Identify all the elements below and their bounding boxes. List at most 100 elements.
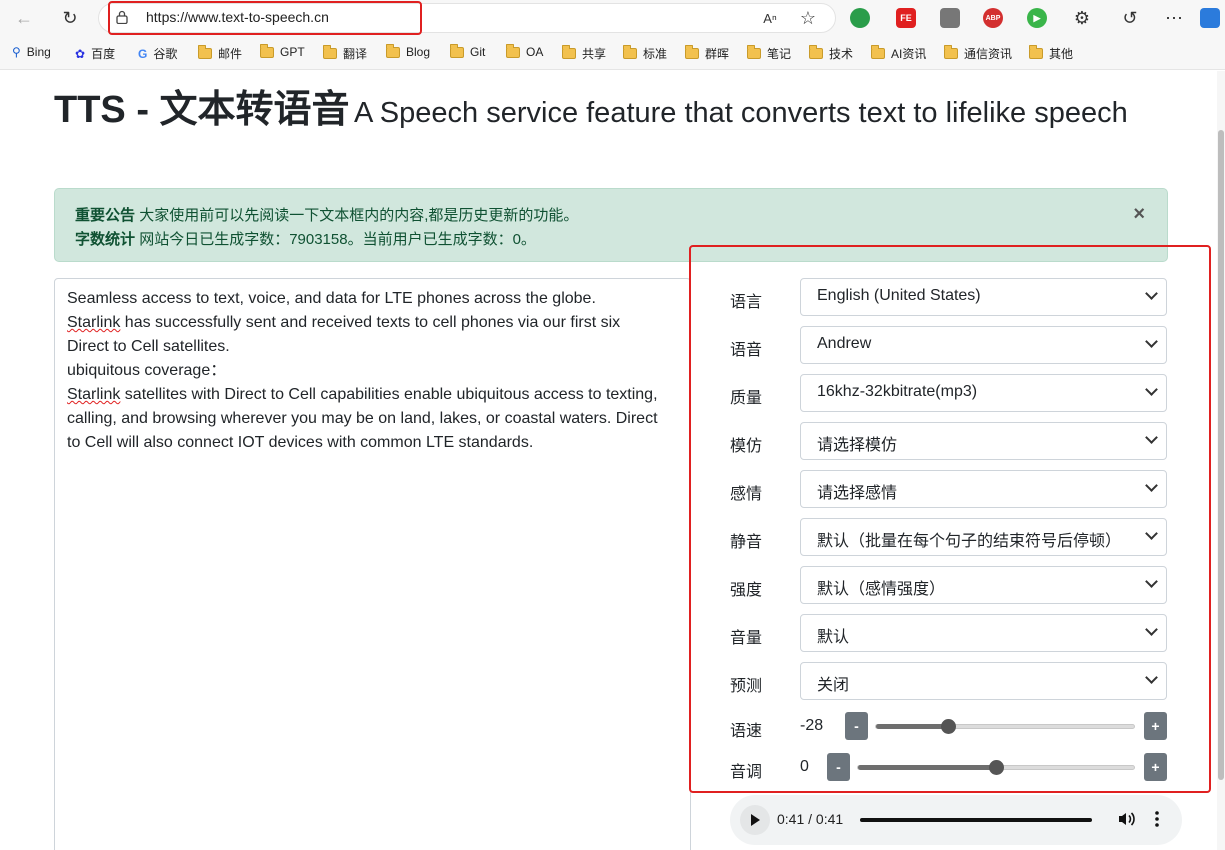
reload-icon[interactable]: ↻ [58, 6, 82, 30]
audio-time: 0:41 / 0:41 [777, 811, 844, 827]
more-menu-icon[interactable]: ⋯ [1162, 6, 1186, 30]
google-icon: G [138, 46, 148, 61]
bookmark-translate[interactable]: 翻译 [323, 45, 367, 62]
intensity-select[interactable]: 默认（感情强度） [800, 566, 1167, 604]
bookmark-other[interactable]: 其他 [1029, 45, 1073, 62]
browser-toolbar: ← ↻ https://www.text-to-speech.cn Aⁿ ☆ F… [0, 0, 1225, 36]
bookmark-oa[interactable]: OA [506, 43, 543, 59]
bookmark-standard[interactable]: 标准 [623, 45, 667, 62]
pitch-slider-fill [858, 765, 997, 770]
text-input-area[interactable]: Seamless access to text, voice, and data… [54, 278, 691, 850]
intensity-row: 强度 默认（感情强度） [730, 566, 1167, 604]
preview-select[interactable]: 关闭 [800, 662, 1167, 700]
history-icon[interactable]: ↺ [1118, 6, 1142, 30]
bookmarks-bar: ⚲ Bing ✿ 百度 G 谷歌 邮件 GPT 翻译 Blog Git OA 共享 标… [0, 36, 1225, 70]
emotion-select[interactable]: 请选择感情 [800, 470, 1167, 508]
rate-value: -28 [800, 717, 824, 734]
adblock-extension-icon[interactable]: ABP [983, 8, 1003, 28]
copilot-icon[interactable] [1200, 8, 1220, 28]
folder-icon [260, 43, 274, 58]
favorite-star-icon[interactable]: ☆ [796, 6, 820, 30]
style-select[interactable]: 请选择模仿 [800, 422, 1167, 460]
bookmark-mail[interactable]: 邮件 [198, 45, 242, 62]
pitch-decrease-button[interactable]: - [827, 753, 850, 781]
folder-icon [562, 45, 576, 59]
bookmark-ai-news[interactable]: AI资讯 [871, 45, 926, 62]
rate-increase-button[interactable]: + [1144, 712, 1167, 740]
volume-icon[interactable] [1116, 809, 1136, 829]
bookmark-synology[interactable]: 群晖 [685, 45, 729, 62]
page-heading: TTS - 文本转语音 A Speech service feature tha… [54, 86, 1164, 142]
bookmark-share[interactable]: 共享 [562, 45, 606, 62]
folder-icon [809, 45, 823, 59]
rate-slider-thumb[interactable] [941, 719, 956, 734]
alert-line-notice: 重要公告 大家使用前可以先阅读一下文本框内的内容,都是历史更新的功能。 [75, 207, 579, 224]
fe-extension-icon[interactable]: FE [896, 8, 916, 28]
bookmark-blog[interactable]: Blog [386, 43, 430, 59]
bookmark-google[interactable]: G 谷歌 [138, 45, 177, 62]
pitch-value: 0 [800, 758, 809, 775]
chevron-down-icon [1145, 575, 1158, 588]
folder-icon [871, 45, 885, 59]
folder-icon [323, 45, 337, 59]
qrcode-extension-icon[interactable] [940, 8, 960, 28]
folder-icon [747, 45, 761, 59]
chevron-down-icon [1145, 335, 1158, 348]
extensions-puzzle-icon[interactable]: ⚙ [1070, 6, 1094, 30]
silence-select[interactable]: 默认（批量在每个句子的结束符号后停顿） [800, 518, 1167, 556]
bookmark-bing[interactable]: ⚲ Bing [12, 45, 51, 59]
search-icon: ⚲ [12, 45, 21, 59]
play-icon [751, 814, 760, 826]
more-options-icon[interactable] [1154, 809, 1160, 829]
style-row: 模仿 请选择模仿 [730, 422, 1167, 460]
alert-close-button[interactable]: × [1133, 203, 1145, 226]
silence-row: 静音 默认（批量在每个句子的结束符号后停顿） [730, 518, 1167, 556]
chevron-down-icon [1145, 623, 1158, 636]
play-button[interactable] [740, 805, 770, 835]
folder-icon [685, 45, 699, 59]
bookmark-tech[interactable]: 技术 [809, 45, 853, 62]
volume-select[interactable]: 默认 [800, 614, 1167, 652]
pitch-row: 音调 0 - + [730, 753, 1167, 783]
voice-row: 语音 Andrew [730, 326, 1167, 364]
scrollbar-thumb[interactable] [1218, 130, 1224, 780]
back-icon[interactable]: ← [12, 6, 36, 30]
bookmark-notes[interactable]: 笔记 [747, 45, 791, 62]
bookmark-git[interactable]: Git [450, 43, 485, 59]
folder-icon [198, 45, 212, 59]
baidu-icon: ✿ [75, 46, 86, 61]
pitch-increase-button[interactable]: + [1144, 753, 1167, 781]
quality-row: 质量 16khz-32kbitrate(mp3) [730, 374, 1167, 412]
chevron-down-icon [1145, 671, 1158, 684]
audio-progress-bar[interactable] [860, 818, 1092, 822]
voice-select[interactable]: Andrew [800, 326, 1167, 364]
rate-slider[interactable] [875, 719, 1135, 734]
chevron-down-icon [1145, 479, 1158, 492]
scrollbar-track[interactable] [1217, 71, 1225, 850]
rate-slider-fill [876, 724, 949, 729]
bookmark-gpt[interactable]: GPT [260, 43, 305, 59]
folder-icon [450, 43, 464, 58]
pitch-slider-thumb[interactable] [989, 760, 1004, 775]
bookmark-baidu[interactable]: ✿ 百度 [75, 45, 115, 62]
url-highlight-box [108, 1, 422, 35]
folder-icon [1029, 45, 1043, 59]
pitch-slider[interactable] [857, 760, 1135, 775]
language-row: 语言 English (United States) [730, 278, 1167, 316]
play-extension-icon[interactable]: ▶ [1027, 8, 1047, 28]
language-select[interactable]: English (United States) [800, 278, 1167, 316]
alert-line-stats: 字数统计 网站今日已生成字数：7903158。当前用户已生成字数：0。 [75, 231, 536, 248]
evernote-extension-icon[interactable] [850, 8, 870, 28]
volume-row: 音量 默认 [730, 614, 1167, 652]
folder-icon [386, 43, 400, 58]
preview-row: 预测 关闭 [730, 662, 1167, 700]
folder-icon [944, 45, 958, 59]
page-title: TTS - 文本转语音 [54, 89, 350, 131]
bookmark-telecom-news[interactable]: 通信资讯 [944, 45, 1012, 62]
read-aloud-icon[interactable]: Aⁿ [758, 6, 782, 30]
page-subtitle: A Speech service feature that converts t… [354, 97, 1128, 129]
audio-player: 0:41 / 0:41 [730, 795, 1182, 845]
chevron-down-icon [1145, 383, 1158, 396]
rate-decrease-button[interactable]: - [845, 712, 868, 740]
quality-select[interactable]: 16khz-32kbitrate(mp3) [800, 374, 1167, 412]
